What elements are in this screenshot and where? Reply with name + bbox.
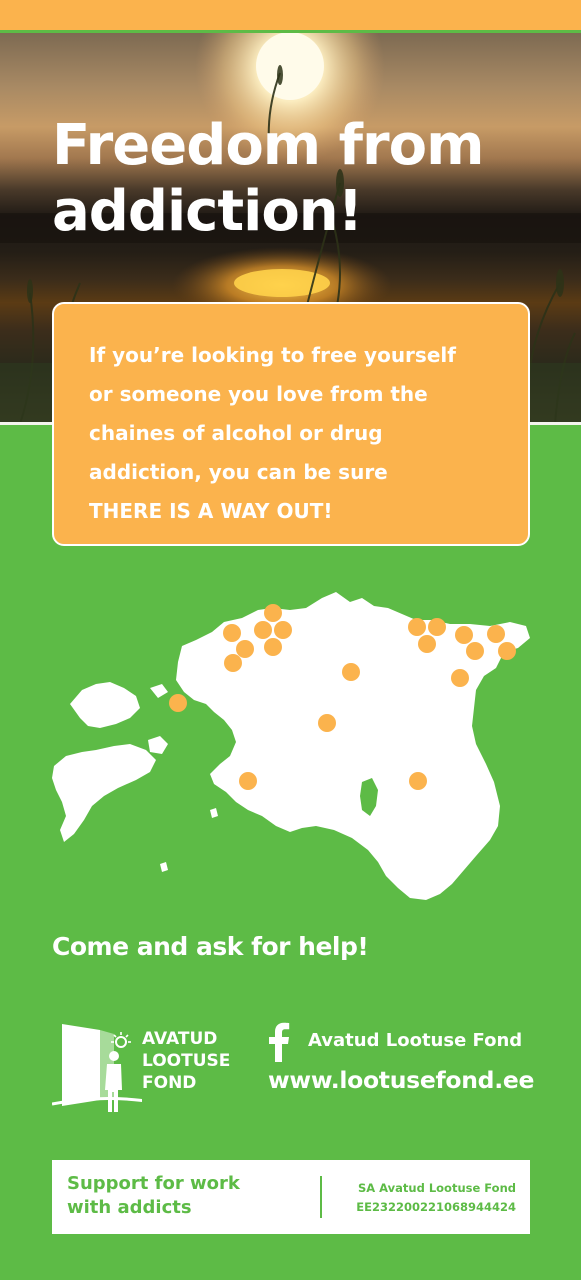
map-marker — [418, 635, 436, 653]
logo-wordmark: AVATUD LOOTUSE FOND — [142, 1028, 230, 1094]
bank-account: EE232200221068944424 — [356, 1200, 516, 1214]
intro-text: If you’re looking to free yourself or so… — [89, 336, 498, 531]
map-marker — [408, 618, 426, 636]
facebook-page-link[interactable]: Avatud Lootuse Fond — [308, 1030, 522, 1051]
map-marker — [318, 714, 336, 732]
map-marker — [264, 638, 282, 656]
support-line: with addicts — [67, 1197, 192, 1218]
map-marker — [409, 772, 427, 790]
map-marker — [487, 625, 505, 643]
title-line-1: Freedom from — [52, 113, 484, 178]
map-marker — [342, 663, 360, 681]
intro-line: If you’re looking to free yourself — [89, 343, 456, 367]
small-island-shape — [160, 862, 168, 872]
saaremaa-shape — [52, 744, 156, 842]
estonia-map — [0, 580, 581, 920]
intro-box: If you’re looking to free yourself or so… — [52, 302, 530, 546]
map-marker — [236, 640, 254, 658]
org-logo: AVATUD LOOTUSE FOND — [52, 1020, 252, 1120]
map-marker — [428, 618, 446, 636]
muhu-shape — [148, 736, 168, 754]
support-divider — [320, 1176, 322, 1218]
facebook-icon[interactable] — [266, 1022, 292, 1062]
map-marker — [264, 604, 282, 622]
page-title: Freedom from addiction! — [52, 113, 532, 245]
support-line: Support for work — [67, 1173, 240, 1194]
map-marker — [169, 694, 187, 712]
intro-line: addiction, you can be sure — [89, 460, 388, 484]
vormsi-shape — [150, 684, 168, 698]
hiiumaa-shape — [70, 682, 140, 728]
open-door-person-icon — [52, 1024, 142, 1112]
website-link[interactable]: www.lootusefond.ee — [268, 1066, 534, 1094]
call-to-action: Come and ask for help! — [52, 932, 369, 961]
map-marker — [224, 654, 242, 672]
map-illustration — [52, 592, 530, 900]
map-marker — [455, 626, 473, 644]
logo-line: LOOTUSE — [142, 1051, 231, 1071]
map-marker — [239, 772, 257, 790]
bank-details: SA Avatud Lootuse Fond EE232200221068944… — [356, 1179, 516, 1217]
logo-line: FOND — [142, 1073, 197, 1093]
top-stripe — [0, 0, 581, 30]
org-name: SA Avatud Lootuse Fond — [357, 1181, 516, 1195]
small-island-shape — [210, 808, 218, 818]
support-caption: Support for work with addicts — [67, 1172, 240, 1220]
intro-line: chaines of alcohol or drug — [89, 421, 383, 445]
map-marker — [274, 621, 292, 639]
intro-line: or someone you love from the — [89, 382, 428, 406]
map-marker — [223, 624, 241, 642]
title-line-2: addiction! — [52, 179, 363, 244]
intro-line-emphasis: THERE IS A WAY OUT! — [89, 499, 333, 523]
map-marker — [254, 621, 272, 639]
map-marker — [498, 642, 516, 660]
logo-line: AVATUD — [142, 1029, 218, 1049]
map-marker — [466, 642, 484, 660]
map-marker — [451, 669, 469, 687]
support-box: Support for work with addicts SA Avatud … — [52, 1160, 530, 1234]
